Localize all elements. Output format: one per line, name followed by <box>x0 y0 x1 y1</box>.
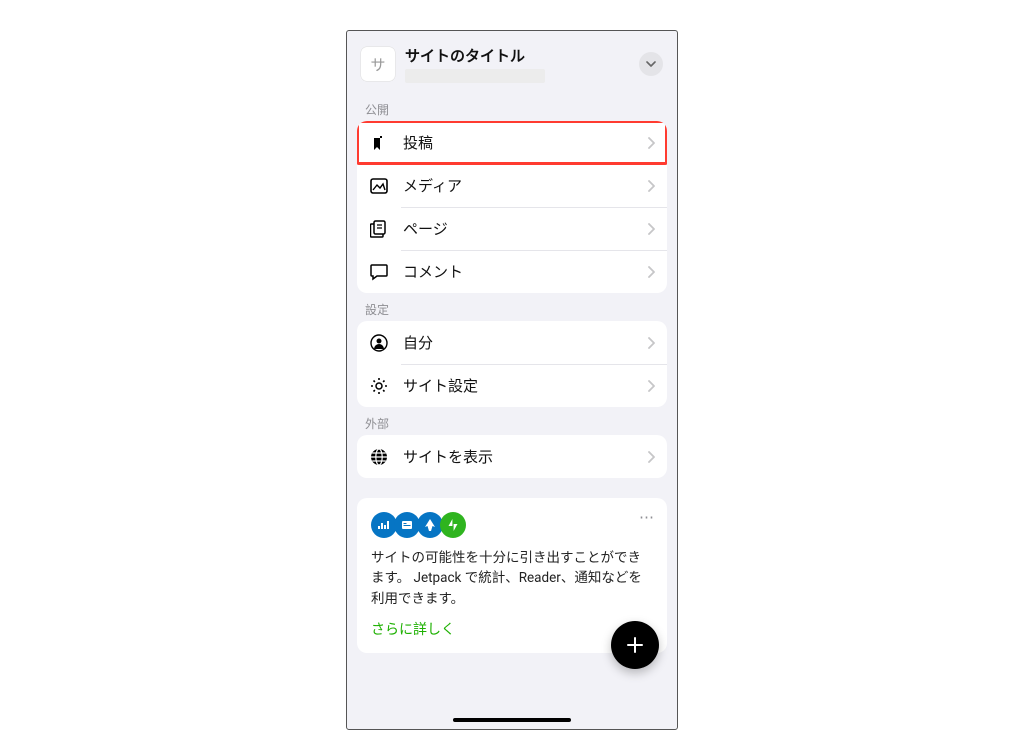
media-icon <box>369 176 389 196</box>
jetpack-learn-more[interactable]: さらに詳しく <box>371 619 653 639</box>
site-header: サ サイトのタイトル <box>347 31 677 93</box>
row-label: 投稿 <box>403 132 634 153</box>
row-site-settings[interactable]: サイト設定 <box>357 364 667 407</box>
comments-icon <box>369 262 389 282</box>
row-comments[interactable]: コメント <box>357 250 667 293</box>
group-publish: 投稿 メディア ページ <box>357 121 667 293</box>
row-pages[interactable]: ページ <box>357 207 667 250</box>
row-media[interactable]: メディア <box>357 164 667 207</box>
row-posts[interactable]: 投稿 <box>357 121 667 164</box>
row-label: コメント <box>403 261 634 282</box>
row-label: ページ <box>403 218 634 239</box>
collapse-button[interactable] <box>639 52 663 76</box>
globe-icon <box>369 447 389 467</box>
plus-icon <box>625 635 645 655</box>
row-me[interactable]: 自分 <box>357 321 667 364</box>
chevron-right-icon <box>648 223 655 235</box>
create-button[interactable] <box>611 621 659 669</box>
chevron-right-icon <box>648 137 655 149</box>
row-view-site[interactable]: サイトを表示 <box>357 435 667 478</box>
section-label-settings: 設定 <box>347 293 677 321</box>
row-label: サイト設定 <box>403 375 634 396</box>
row-label: サイトを表示 <box>403 446 634 467</box>
chevron-right-icon <box>648 337 655 349</box>
card-menu-button[interactable]: ⋯ <box>639 508 655 526</box>
home-indicator <box>453 718 571 722</box>
section-label-external: 外部 <box>347 407 677 435</box>
pages-icon <box>369 219 389 239</box>
posts-icon <box>369 133 389 153</box>
group-settings: 自分 サイト設定 <box>357 321 667 407</box>
jetpack-description: サイトの可能性を十分に引き出すことができます。 Jetpack で統計、Read… <box>371 548 653 609</box>
person-icon <box>369 333 389 353</box>
site-url-placeholder <box>405 69 545 83</box>
section-label-publish: 公開 <box>347 93 677 121</box>
row-label: 自分 <box>403 332 634 353</box>
site-title-block: サイトのタイトル <box>405 45 629 83</box>
chevron-down-icon <box>646 61 656 67</box>
chevron-right-icon <box>648 180 655 192</box>
group-external: サイトを表示 <box>357 435 667 478</box>
chevron-right-icon <box>648 451 655 463</box>
jetpack-icons <box>371 512 653 538</box>
jetpack-icon <box>440 512 466 538</box>
chevron-right-icon <box>648 380 655 392</box>
site-title: サイトのタイトル <box>405 45 629 66</box>
chevron-right-icon <box>648 266 655 278</box>
site-badge[interactable]: サ <box>361 47 395 81</box>
row-label: メディア <box>403 175 634 196</box>
gear-icon <box>369 376 389 396</box>
phone-frame: サ サイトのタイトル 公開 投稿 メディア <box>346 30 678 730</box>
